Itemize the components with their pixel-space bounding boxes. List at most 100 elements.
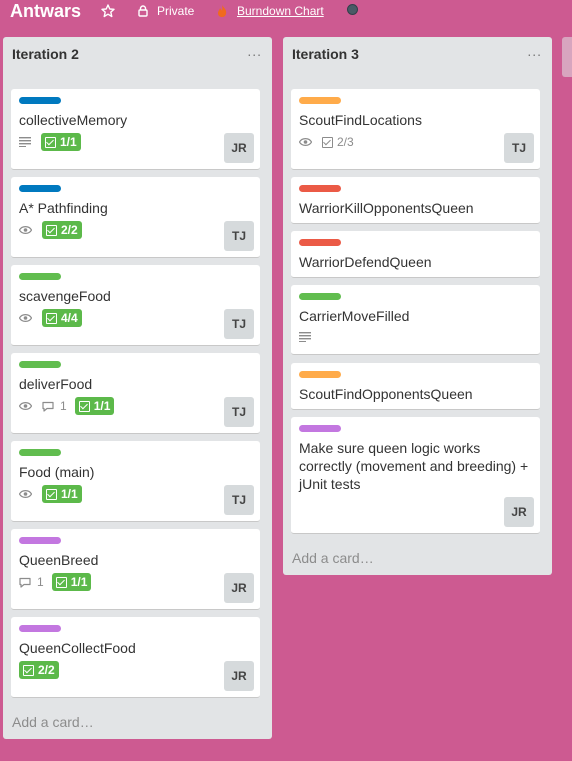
member-avatar[interactable]: JR bbox=[504, 497, 534, 527]
list-card[interactable]: deliverFood 1 1/1 TJ bbox=[11, 353, 260, 434]
burndown-chart-link[interactable]: Burndown Chart bbox=[237, 4, 324, 18]
member-avatar[interactable]: JR bbox=[224, 661, 254, 691]
checklist-icon bbox=[23, 664, 34, 676]
card-title: WarriorDefendQueen bbox=[299, 254, 432, 270]
eye-icon bbox=[19, 402, 32, 410]
card-label-red[interactable] bbox=[299, 239, 341, 246]
card-label-green[interactable] bbox=[19, 449, 61, 456]
description-icon bbox=[19, 137, 31, 147]
card-title: Make sure queen logic works correctly (m… bbox=[299, 440, 529, 492]
checklist-count: 2/2 bbox=[38, 663, 55, 677]
checklist-badge: 4/4 bbox=[42, 309, 82, 327]
list-card[interactable]: scavengeFood 4/4 TJ bbox=[11, 265, 260, 346]
member-avatar[interactable]: TJ bbox=[224, 221, 254, 251]
checklist-badge: 1/1 bbox=[41, 133, 81, 151]
card-badges: 1/1 bbox=[19, 485, 82, 503]
checklist-icon bbox=[46, 312, 57, 324]
checklist-icon bbox=[55, 576, 67, 588]
comment-badge: 1 bbox=[42, 399, 67, 413]
card-badges: 2/2 bbox=[19, 221, 82, 239]
card-title: ScoutFindLocations bbox=[299, 112, 422, 128]
checklist-badge: 2/3 bbox=[322, 133, 354, 151]
description-icon bbox=[299, 332, 311, 342]
member-avatar[interactable]: TJ bbox=[224, 485, 254, 515]
card-label-green[interactable] bbox=[19, 273, 61, 280]
comment-count: 1 bbox=[37, 575, 44, 589]
card-label-purple[interactable] bbox=[299, 425, 341, 432]
checklist-badge: 1/1 bbox=[74, 397, 115, 415]
board-header: Antwars Private Burndown Chart bbox=[0, 0, 572, 26]
checklist-icon bbox=[45, 136, 56, 148]
eye-icon bbox=[19, 226, 32, 234]
card-title: scavengeFood bbox=[19, 288, 111, 304]
card-title: ScoutFindOpponentsQueen bbox=[299, 386, 473, 402]
card-title: WarriorKillOpponentsQueen bbox=[299, 200, 474, 216]
checklist-count: 1/1 bbox=[60, 135, 77, 149]
list-card[interactable]: WarriorDefendQueen bbox=[291, 231, 540, 278]
next-list-partial[interactable] bbox=[562, 37, 572, 77]
list-card[interactable]: ScoutFindLocations 2/3 TJ bbox=[291, 89, 540, 170]
member-avatar[interactable]: TJ bbox=[504, 133, 534, 163]
card-label-green[interactable] bbox=[299, 293, 341, 300]
list-card[interactable]: Make sure queen logic works correctly (m… bbox=[291, 417, 540, 534]
checklist-count: 1/1 bbox=[61, 487, 78, 501]
checklist-count: 1/1 bbox=[70, 575, 88, 589]
checklist-badge: 2/2 bbox=[19, 661, 59, 679]
fire-icon bbox=[218, 5, 227, 17]
eye-icon bbox=[299, 138, 312, 146]
list-title[interactable]: Iteration 2 bbox=[12, 46, 79, 62]
list-menu-icon[interactable]: ... bbox=[247, 43, 262, 59]
eye-icon bbox=[19, 314, 32, 322]
card-title: A* Pathfinding bbox=[19, 200, 108, 216]
card-title: collectiveMemory bbox=[19, 112, 128, 128]
member-avatar[interactable]: JR bbox=[224, 133, 254, 163]
card-label-green[interactable] bbox=[19, 361, 61, 368]
add-card-button[interactable]: Add a card… bbox=[12, 714, 94, 730]
list-card[interactable]: QueenBreed 1 1/1 JR bbox=[11, 529, 260, 610]
comment-icon bbox=[19, 577, 31, 588]
comment-badge: 1 bbox=[19, 575, 44, 589]
card-title: QueenCollectFood bbox=[19, 640, 136, 656]
list-card[interactable]: QueenCollectFood 2/2 JR bbox=[11, 617, 260, 698]
card-badges bbox=[299, 332, 321, 342]
powerup-icon[interactable] bbox=[347, 4, 358, 15]
card-label-blue[interactable] bbox=[19, 97, 61, 104]
list-card[interactable]: WarriorKillOpponentsQueen bbox=[291, 177, 540, 224]
list-card[interactable]: CarrierMoveFilled bbox=[291, 285, 540, 355]
card-label-orange[interactable] bbox=[299, 97, 341, 104]
card-badges: 2/3 bbox=[299, 133, 354, 151]
card-label-red[interactable] bbox=[299, 185, 341, 192]
checklist-icon bbox=[322, 136, 333, 148]
card-title: Food (main) bbox=[19, 464, 95, 480]
add-card-button[interactable]: Add a card… bbox=[292, 550, 374, 566]
card-label-orange[interactable] bbox=[299, 371, 341, 378]
list-card[interactable]: collectiveMemory 1/1 JR bbox=[11, 89, 260, 170]
visibility-label[interactable]: Private bbox=[157, 4, 194, 18]
list-iteration-3: Iteration 3 ... ScoutFindLocations 2/3 T… bbox=[283, 37, 552, 575]
list-card[interactable]: Food (main) 1/1 TJ bbox=[11, 441, 260, 522]
card-label-purple[interactable] bbox=[19, 537, 61, 544]
list-card[interactable]: ScoutFindOpponentsQueen bbox=[291, 363, 540, 410]
list-title[interactable]: Iteration 3 bbox=[292, 46, 359, 62]
card-label-blue[interactable] bbox=[19, 185, 61, 192]
card-badges: 1 1/1 bbox=[19, 573, 92, 591]
card-badges: 1/1 bbox=[19, 133, 81, 151]
member-avatar[interactable]: JR bbox=[224, 573, 254, 603]
checklist-count: 4/4 bbox=[61, 311, 78, 325]
star-icon[interactable] bbox=[101, 4, 115, 18]
checklist-count: 1/1 bbox=[93, 399, 111, 413]
board-title[interactable]: Antwars bbox=[10, 1, 81, 22]
list-menu-icon[interactable]: ... bbox=[527, 43, 542, 59]
comment-icon bbox=[42, 401, 54, 412]
card-badges: 2/2 bbox=[19, 661, 59, 679]
list-card[interactable]: A* Pathfinding 2/2 TJ bbox=[11, 177, 260, 258]
comment-count: 1 bbox=[60, 399, 67, 413]
card-title: QueenBreed bbox=[19, 552, 99, 568]
member-avatar[interactable]: TJ bbox=[224, 397, 254, 427]
checklist-badge: 2/2 bbox=[42, 221, 82, 239]
checklist-badge: 1/1 bbox=[51, 573, 92, 591]
card-title: deliverFood bbox=[19, 376, 93, 392]
member-avatar[interactable]: TJ bbox=[224, 309, 254, 339]
checklist-icon bbox=[46, 224, 57, 236]
card-label-purple[interactable] bbox=[19, 625, 61, 632]
